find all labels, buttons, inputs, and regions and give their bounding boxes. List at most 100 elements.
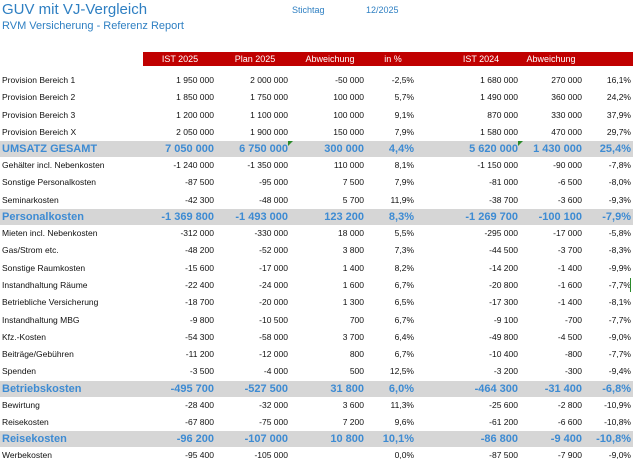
cell-ist-2024[interactable]: 1 580 000 [444, 124, 518, 141]
cell-ist-2025[interactable]: -48 200 [146, 242, 214, 259]
cell-in-prozent[interactable]: 8,1% [372, 157, 414, 174]
cell-abweichung-plan[interactable]: 700 [296, 312, 364, 329]
cell-abweichung-vj[interactable]: -1 400 [520, 260, 582, 277]
cell-abweichung-vj-prozent[interactable]: -9,9% [586, 260, 631, 277]
cell-in-prozent[interactable]: 9,1% [372, 107, 414, 124]
cell-ist-2025[interactable]: -3 500 [146, 363, 214, 380]
cell-abweichung-vj[interactable]: 360 000 [520, 89, 582, 106]
cell-abweichung-vj[interactable]: -700 [520, 312, 582, 329]
cell-ist-2024[interactable]: -1 150 000 [444, 157, 518, 174]
row-label[interactable]: Provision Bereich 1 [2, 72, 75, 89]
row-label[interactable]: Provision Bereich 2 [2, 89, 75, 106]
cell-ist-2025[interactable]: -42 300 [146, 192, 214, 209]
cell-in-prozent[interactable]: 11,3% [372, 397, 414, 414]
cell-plan-2025[interactable]: -527 500 [222, 381, 288, 397]
row-label[interactable]: Bewirtung [2, 397, 40, 414]
cell-plan-2025[interactable]: -75 000 [222, 414, 288, 431]
cell-abweichung-vj-prozent[interactable]: -10,9% [586, 397, 631, 414]
cell-plan-2025[interactable]: -12 000 [222, 346, 288, 363]
cell-in-prozent[interactable]: -2,5% [372, 72, 414, 89]
cell-in-prozent[interactable]: 11,9% [372, 192, 414, 209]
cell-ist-2025[interactable]: -67 800 [146, 414, 214, 431]
cell-abweichung-vj-prozent[interactable]: -8,0% [586, 174, 631, 191]
cell-abweichung-vj[interactable]: -6 600 [520, 414, 582, 431]
cell-abweichung-vj-prozent[interactable]: -8,3% [586, 242, 631, 259]
cell-in-prozent[interactable]: 7,3% [372, 242, 414, 259]
cell-ist-2024[interactable]: 870 000 [444, 107, 518, 124]
cell-ist-2025[interactable]: -18 700 [146, 294, 214, 311]
cell-abweichung-vj[interactable]: -17 000 [520, 225, 582, 242]
row-label[interactable]: Beiträge/Gebühren [2, 346, 74, 363]
cell-abweichung-plan[interactable]: 1 300 [296, 294, 364, 311]
row-label[interactable]: Instandhaltung Räume [2, 277, 88, 294]
cell-abweichung-plan[interactable]: 100 000 [296, 107, 364, 124]
cell-abweichung-vj-prozent[interactable]: -8,1% [586, 294, 631, 311]
cell-abweichung-vj[interactable]: -4 500 [520, 329, 582, 346]
cell-plan-2025[interactable]: -32 000 [222, 397, 288, 414]
cell-abweichung-vj[interactable]: 270 000 [520, 72, 582, 89]
cell-abweichung-vj-prozent[interactable]: 24,2% [586, 89, 631, 106]
cell-plan-2025[interactable]: -52 000 [222, 242, 288, 259]
cell-abweichung-plan[interactable]: 7 500 [296, 174, 364, 191]
row-label[interactable]: Sonstige Personalkosten [2, 174, 96, 191]
cell-ist-2024[interactable]: -61 200 [444, 414, 518, 431]
cell-abweichung-vj[interactable]: -100 100 [520, 209, 582, 225]
cell-plan-2025[interactable]: -48 000 [222, 192, 288, 209]
cell-abweichung-vj[interactable]: 470 000 [520, 124, 582, 141]
cell-abweichung-vj-prozent[interactable]: -7,7% [586, 277, 631, 294]
cell-plan-2025[interactable]: -4 000 [222, 363, 288, 380]
cell-ist-2024[interactable]: -44 500 [444, 242, 518, 259]
cell-abweichung-plan[interactable]: 31 800 [296, 381, 364, 397]
cell-ist-2024[interactable]: -10 400 [444, 346, 518, 363]
cell-plan-2025[interactable]: 2 000 000 [222, 72, 288, 89]
cell-in-prozent[interactable]: 6,0% [372, 381, 414, 397]
cell-plan-2025[interactable]: -17 000 [222, 260, 288, 277]
row-label[interactable]: Instandhaltung MBG [2, 312, 80, 329]
row-label[interactable]: Gas/Strom etc. [2, 242, 59, 259]
cell-abweichung-plan[interactable]: 150 000 [296, 124, 364, 141]
cell-abweichung-vj-prozent[interactable]: -9,0% [586, 447, 631, 464]
cell-abweichung-vj-prozent[interactable]: -6,8% [586, 381, 631, 397]
cell-in-prozent[interactable]: 5,5% [372, 225, 414, 242]
cell-ist-2024[interactable]: 1 490 000 [444, 89, 518, 106]
cell-plan-2025[interactable]: 1 750 000 [222, 89, 288, 106]
cell-abweichung-plan[interactable]: 3 800 [296, 242, 364, 259]
cell-abweichung-vj[interactable]: 330 000 [520, 107, 582, 124]
cell-abweichung-vj-prozent[interactable]: -7,7% [586, 346, 631, 363]
row-label[interactable]: Betriebliche Versicherung [2, 294, 98, 311]
cell-abweichung-vj[interactable]: 1 430 000 [520, 141, 582, 157]
cell-ist-2024[interactable]: -14 200 [444, 260, 518, 277]
cell-ist-2025[interactable]: -495 700 [146, 381, 214, 397]
cell-abweichung-plan[interactable]: 123 200 [296, 209, 364, 225]
row-label[interactable]: Sonstige Raumkosten [2, 260, 85, 277]
cell-plan-2025[interactable]: 6 750 000 [222, 141, 288, 157]
cell-abweichung-vj[interactable]: -1 400 [520, 294, 582, 311]
cell-in-prozent[interactable]: 6,7% [372, 312, 414, 329]
cell-abweichung-vj-prozent[interactable]: -7,9% [586, 209, 631, 225]
cell-abweichung-plan[interactable]: 5 700 [296, 192, 364, 209]
cell-ist-2024[interactable]: -1 269 700 [444, 209, 518, 225]
cell-in-prozent[interactable]: 12,5% [372, 363, 414, 380]
row-label[interactable]: Reisekosten [2, 431, 67, 447]
cell-in-prozent[interactable]: 8,2% [372, 260, 414, 277]
row-label[interactable]: Seminarkosten [2, 192, 59, 209]
cell-plan-2025[interactable]: -105 000 [222, 447, 288, 464]
cell-in-prozent[interactable]: 6,5% [372, 294, 414, 311]
cell-ist-2025[interactable]: -28 400 [146, 397, 214, 414]
cell-ist-2024[interactable]: -3 200 [444, 363, 518, 380]
cell-abweichung-vj-prozent[interactable]: 16,1% [586, 72, 631, 89]
cell-ist-2025[interactable]: -95 400 [146, 447, 214, 464]
cell-in-prozent[interactable]: 6,7% [372, 346, 414, 363]
cell-ist-2024[interactable]: -49 800 [444, 329, 518, 346]
cell-plan-2025[interactable]: -24 000 [222, 277, 288, 294]
row-label[interactable]: Gehälter incl. Nebenkosten [2, 157, 105, 174]
cell-ist-2024[interactable]: -87 500 [444, 447, 518, 464]
cell-ist-2024[interactable]: -86 800 [444, 431, 518, 447]
cell-abweichung-vj[interactable]: -1 600 [520, 277, 582, 294]
cell-in-prozent[interactable]: 7,9% [372, 124, 414, 141]
cell-plan-2025[interactable]: -10 500 [222, 312, 288, 329]
row-label[interactable]: Betriebskosten [2, 381, 81, 397]
cell-ist-2024[interactable]: -20 800 [444, 277, 518, 294]
cell-ist-2025[interactable]: 2 050 000 [146, 124, 214, 141]
row-label[interactable]: Provision Bereich 3 [2, 107, 75, 124]
